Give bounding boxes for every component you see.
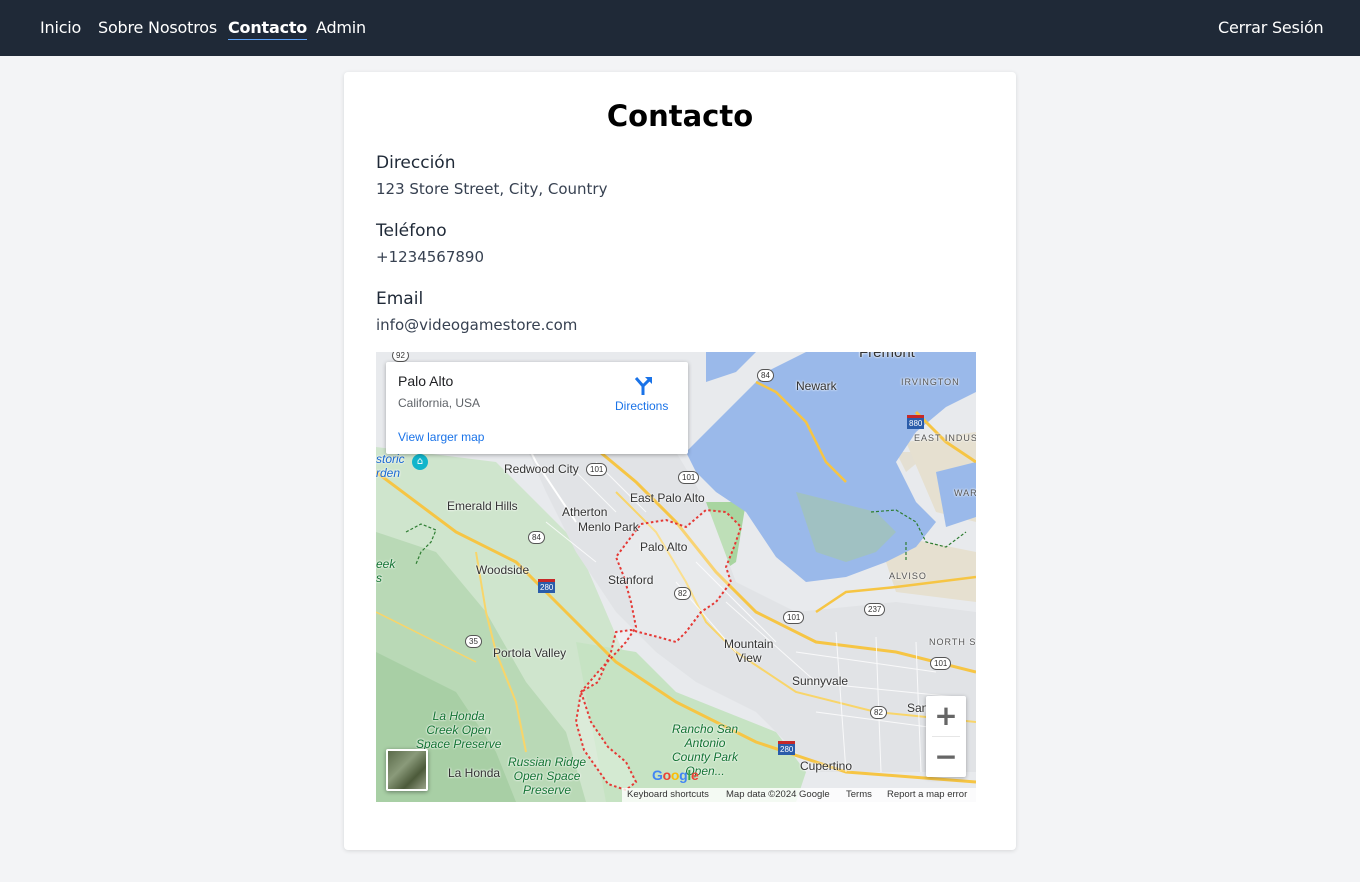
- phone-label: Teléfono: [376, 221, 447, 241]
- keyboard-shortcuts-link[interactable]: Keyboard shortcuts: [627, 789, 709, 800]
- map-label-fremont: Fremont: [859, 352, 915, 361]
- map-info-card: Palo Alto California, USA View larger ma…: [386, 362, 688, 454]
- directions-link[interactable]: Directions: [615, 399, 668, 413]
- email-value: info@videogamestore.com: [376, 316, 578, 334]
- nav-link-sobre-nosotros[interactable]: Sobre Nosotros: [98, 18, 217, 38]
- address-value: 123 Store Street, City, Country: [376, 180, 608, 198]
- map-label-la-honda-creek: La Honda Creek Open Space Preserve: [416, 709, 502, 751]
- map-label-creek: eek s: [376, 557, 396, 585]
- route-shield-35: 35: [465, 635, 482, 648]
- map-label-east-palo-alto: East Palo Alto: [630, 491, 705, 505]
- route-shield-280: 280: [778, 741, 796, 755]
- map-label-la-honda: La Honda: [448, 766, 501, 780]
- map-label-portola-valley: Portola Valley: [493, 646, 567, 660]
- email-label: Email: [376, 289, 424, 309]
- page-title: Contacto: [606, 99, 754, 133]
- route-shield-101: 101: [783, 611, 805, 624]
- map-label-woodside: Woodside: [476, 563, 530, 577]
- route-shield-880: 880: [907, 415, 925, 429]
- satellite-layer-toggle[interactable]: [386, 749, 428, 791]
- map-label-sunnyvale: Sunnyvale: [792, 674, 849, 688]
- map-label-palo-alto: Palo Alto: [640, 540, 688, 554]
- map-label-historic-garden: storic rden: [376, 452, 405, 480]
- route-shield-82: 82: [674, 587, 691, 600]
- map-place-name: Palo Alto: [398, 373, 454, 389]
- map-label-redwood-city: Redwood City: [504, 462, 579, 476]
- route-shield-101: 101: [930, 657, 952, 670]
- address-label: Dirección: [376, 153, 456, 173]
- phone-value: +1234567890: [376, 248, 485, 266]
- route-shield-237: 237: [864, 603, 886, 616]
- route-shield-101: 101: [586, 463, 608, 476]
- map-label-irvington: IRVINGTON: [901, 377, 960, 387]
- map-attribution-bar: Keyboard shortcuts Map data ©2024 Google…: [622, 788, 976, 802]
- contact-card: Contacto Dirección 123 Store Street, Cit…: [344, 72, 1016, 850]
- google-logo: Google: [652, 767, 699, 783]
- route-shield-280: 280: [538, 579, 556, 593]
- map-label-north-s: NORTH S: [929, 637, 976, 647]
- route-shield-82: 82: [870, 706, 887, 719]
- view-larger-map-link[interactable]: View larger map: [398, 430, 484, 444]
- map-label-mountain-view: Mountain View: [724, 637, 774, 665]
- logout-button[interactable]: Cerrar Sesión: [1218, 18, 1324, 38]
- route-shield-92: 92: [392, 352, 409, 362]
- nav-link-inicio[interactable]: Inicio: [40, 18, 81, 38]
- map-data-text: Map data ©2024 Google: [726, 789, 830, 800]
- route-shield-101: 101: [678, 471, 700, 484]
- map-place-region: California, USA: [398, 396, 481, 410]
- zoom-controls: + −: [926, 696, 966, 777]
- museum-icon[interactable]: ⌂: [412, 454, 428, 470]
- map-label-russian-ridge: Russian Ridge Open Space Preserve: [508, 755, 587, 797]
- map-label-emerald-hills: Emerald Hills: [447, 499, 518, 513]
- route-shield-84: 84: [528, 531, 545, 544]
- terms-link[interactable]: Terms: [846, 789, 872, 800]
- map-label-cupertino: Cupertino: [800, 759, 853, 773]
- zoom-out-button[interactable]: −: [926, 737, 966, 777]
- map-label-east-indust: EAST INDUST: [914, 433, 976, 443]
- report-map-error-link[interactable]: Report a map error: [887, 789, 967, 800]
- directions-icon[interactable]: [632, 374, 654, 396]
- top-navbar: Inicio Sobre Nosotros Contacto Admin Cer…: [0, 0, 1360, 56]
- map-label-newark: Newark: [796, 379, 837, 393]
- route-shield-84: 84: [757, 369, 774, 382]
- nav-link-admin[interactable]: Admin: [316, 18, 366, 38]
- map-label-atherton: Atherton: [562, 505, 608, 519]
- zoom-in-button[interactable]: +: [926, 696, 966, 736]
- nav-link-contacto[interactable]: Contacto: [228, 18, 307, 40]
- map-label-war: WAR: [954, 488, 976, 498]
- map-label-alviso: ALVISO: [889, 571, 927, 581]
- map-label-menlo-park: Menlo Park: [578, 520, 639, 534]
- map-label-stanford: Stanford: [608, 573, 654, 587]
- embedded-map[interactable]: Fremont Newark IRVINGTON EAST INDUST sto…: [376, 352, 976, 802]
